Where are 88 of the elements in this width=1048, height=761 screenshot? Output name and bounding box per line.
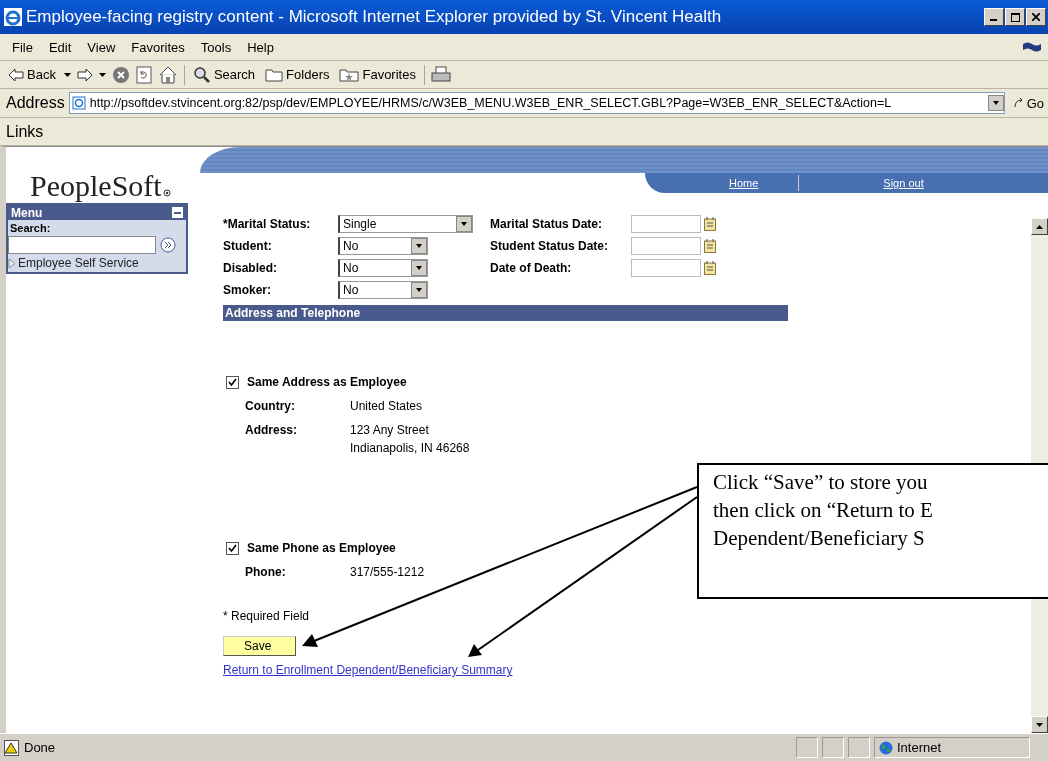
nav-link[interactable]: Sign out	[799, 177, 964, 189]
field-value: Indianapolis, IN 46268	[350, 441, 470, 455]
caret-icon[interactable]	[98, 72, 106, 77]
checkbox[interactable]	[226, 541, 239, 555]
field-label: Phone:	[245, 565, 287, 579]
warning-page-icon	[4, 739, 20, 756]
callout-text: then click on “Return to E	[713, 497, 933, 524]
close-icon	[1032, 13, 1040, 21]
back-arrow-icon	[8, 67, 24, 82]
field-label: Address:	[245, 423, 298, 439]
dropdown[interactable]: No	[338, 259, 428, 277]
status-panel	[822, 737, 844, 758]
field-label: Smoker:	[223, 283, 273, 297]
toolbar-button[interactable]: Back	[6, 67, 58, 82]
scroll-down-icon[interactable]	[1036, 722, 1043, 727]
go-arrow-icon	[1012, 97, 1025, 109]
status-panel	[796, 737, 818, 758]
field-label: Student Status Date:	[490, 239, 609, 253]
scroll-up-icon[interactable]	[1036, 224, 1043, 229]
checkbox-label: Same Address as Employee	[247, 375, 407, 389]
minimize-button[interactable]	[984, 8, 1004, 26]
callout-text: Dependent/Beneficiary S	[713, 525, 925, 552]
field-label: Disabled:	[223, 261, 278, 275]
nav-link[interactable]: Home	[645, 177, 799, 189]
field-label: *Marital Status:	[223, 217, 312, 231]
search-field[interactable]	[8, 236, 156, 254]
menu-item[interactable]: Edit	[42, 39, 78, 55]
section-header: Address and Telephone	[223, 305, 788, 321]
menu-item[interactable]: Help	[241, 39, 280, 55]
stop-icon[interactable]	[111, 65, 130, 84]
field-label: Country:	[245, 399, 296, 413]
menu-item[interactable]: Tools	[194, 39, 238, 55]
menu-tree-item[interactable]: Employee Self Service	[8, 254, 186, 272]
status-text: Done	[24, 740, 57, 755]
field-value: 123 Any Street	[350, 423, 430, 437]
search-icon	[192, 65, 211, 84]
date-field[interactable]	[631, 237, 701, 255]
menu-item[interactable]: File	[6, 39, 39, 55]
zone-label: Internet	[897, 740, 942, 755]
required-note: * Required Field	[223, 609, 311, 623]
menu-title: Menu	[11, 205, 43, 220]
caret-icon[interactable]	[63, 72, 71, 77]
checkbox[interactable]	[226, 375, 239, 389]
search-label: Search:	[9, 221, 52, 236]
return-link[interactable]: Return to Enrollment Dependent/Beneficiary Summary	[223, 663, 513, 677]
collapse-icon[interactable]	[172, 207, 183, 218]
menu-item[interactable]: Favorites	[125, 39, 191, 55]
folder-icon	[265, 67, 284, 82]
save-button[interactable]: Save	[223, 636, 296, 656]
checkbox-label: Same Phone as Employee	[247, 541, 396, 555]
date-field[interactable]	[631, 215, 701, 233]
peoplesoft-logo: PeopleSoft	[30, 169, 162, 203]
field-value: United States	[350, 399, 423, 413]
star-folder-icon	[339, 67, 360, 82]
maximize-icon	[1010, 12, 1020, 22]
address-label: Address	[6, 94, 65, 112]
go-arrows-icon[interactable]	[160, 237, 176, 253]
status-panel	[848, 737, 870, 758]
forward-arrow-icon[interactable]	[76, 67, 93, 82]
field-label: Marital Status Date:	[490, 217, 604, 231]
dropdown[interactable]: Single	[338, 215, 473, 233]
toolbar-button[interactable]: Favorites	[337, 67, 418, 82]
dropdown[interactable]: No	[338, 281, 428, 299]
field-label: Student:	[223, 239, 273, 253]
address-field[interactable]: http://psoftdev.stvincent.org:82/psp/dev/EMPLOYEE/HRMS/c/W3EB_MENU.W3EB_ENR_SELECT.GBL?Page=W3EB_ENR_SELECT&Action=L	[68, 92, 1005, 114]
close-button[interactable]	[1026, 8, 1046, 26]
menu-item[interactable]: View	[81, 39, 122, 55]
date-field[interactable]	[631, 259, 701, 277]
links-label[interactable]: Links	[6, 122, 44, 141]
globe-icon	[879, 740, 893, 755]
toolbar-button[interactable]: Folders	[263, 67, 332, 82]
maximize-button[interactable]	[1005, 8, 1025, 26]
field-label: Date of Death:	[490, 261, 573, 275]
logo-dot-icon	[162, 189, 171, 197]
go-button[interactable]: Go	[1012, 95, 1044, 111]
callout-text: Click “Save” to store you	[713, 469, 928, 496]
field-value: 317/555-1212	[350, 565, 425, 579]
calendar-icon[interactable]	[704, 217, 716, 231]
refresh-icon[interactable]	[135, 65, 152, 84]
window-title: Employee-facing registry content - Microsoft Internet Explorer provided by St. Vincent Health	[26, 7, 723, 27]
page-icon	[71, 96, 86, 110]
browser-logo-icon	[4, 8, 22, 26]
printer-icon[interactable]	[430, 65, 451, 84]
dropdown[interactable]: No	[338, 237, 428, 255]
toolbar-button[interactable]: Search	[190, 65, 258, 84]
calendar-icon[interactable]	[704, 239, 716, 253]
home-icon[interactable]	[157, 65, 178, 84]
calendar-icon[interactable]	[704, 261, 716, 275]
